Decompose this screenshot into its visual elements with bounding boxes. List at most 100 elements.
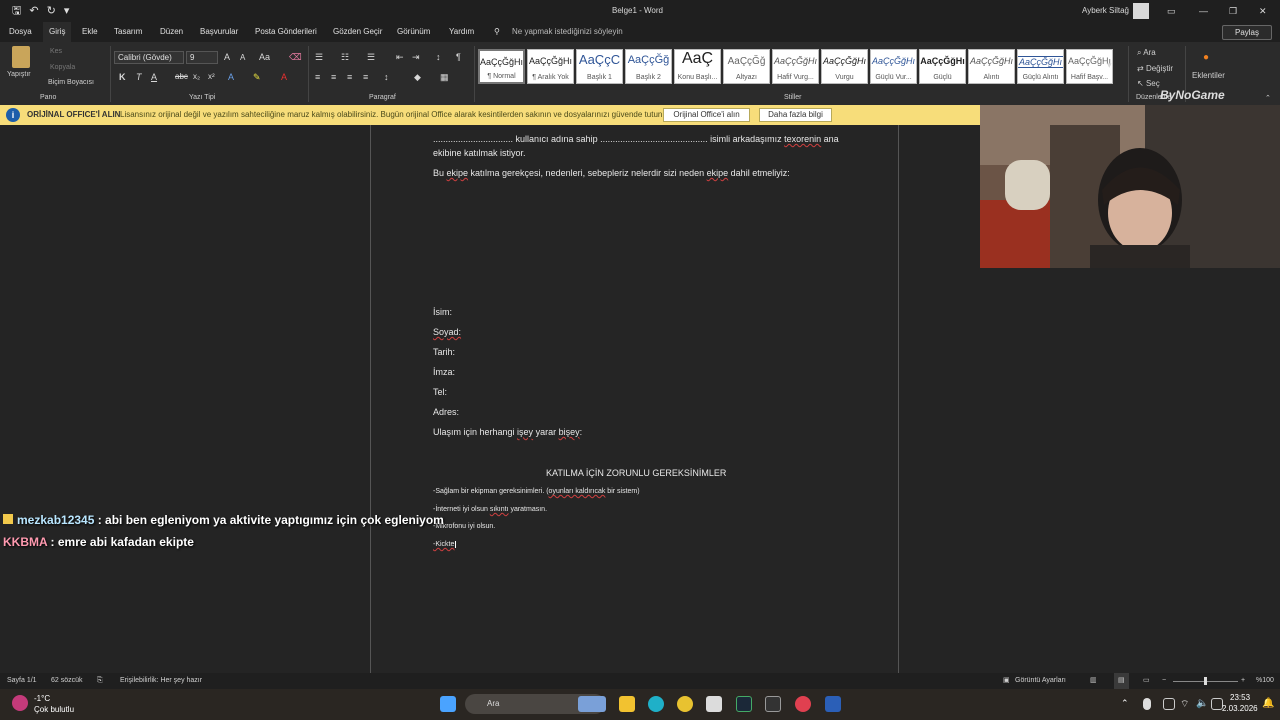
share-button[interactable]: Paylaş <box>1222 25 1272 40</box>
close-icon[interactable]: ✕ <box>1259 0 1267 22</box>
shading-icon[interactable]: ◆ <box>414 72 421 83</box>
borders-icon[interactable]: ▦ <box>440 72 449 83</box>
file-explorer-icon[interactable] <box>619 696 635 712</box>
clock-time[interactable]: 23:53 <box>1230 693 1250 702</box>
subscript-icon[interactable]: x₂ <box>193 72 200 81</box>
weather-temp[interactable]: -1°C <box>34 694 50 703</box>
align-center-icon[interactable]: ≡ <box>331 72 336 82</box>
word-icon[interactable] <box>825 696 841 712</box>
increase-indent-icon[interactable]: ⇥ <box>412 52 420 63</box>
style-heading-2[interactable]: AaÇçĞğ Başlık 2 <box>625 49 672 84</box>
weather-desc[interactable]: Çok bulutlu <box>34 705 74 714</box>
style-subtle-emphasis[interactable]: AaÇçĞğHı Hafif Vurg... <box>772 49 819 84</box>
line-spacing-icon[interactable]: ↕ <box>384 72 389 82</box>
display-settings-icon[interactable]: ▣ <box>1003 673 1010 689</box>
tab-gozden-gecir[interactable]: Gözden Geçir <box>333 22 382 42</box>
wifi-icon[interactable]: ⌔ <box>1180 698 1192 710</box>
display-settings-button[interactable]: Görüntü Ayarları <box>1015 673 1066 689</box>
proofing-icon[interactable]: ⎘ <box>97 673 103 689</box>
collapse-ribbon-icon[interactable]: ⌃ <box>1265 94 1271 102</box>
edge-icon[interactable] <box>648 696 664 712</box>
replace-button[interactable]: ⇄ Değiştir <box>1137 64 1173 73</box>
highlight-icon[interactable]: ✎ <box>253 72 261 83</box>
format-painter-button[interactable]: Biçim Boyacısı <box>48 79 94 86</box>
app-icon[interactable] <box>795 696 811 712</box>
zoom-in-icon[interactable]: + <box>1241 673 1245 689</box>
style-subtle-reference[interactable]: AaÇçĞğHı Hafif Başv... <box>1066 49 1113 84</box>
chevron-up-icon[interactable]: ⌃ <box>1121 698 1131 708</box>
user-name[interactable]: Ayberk Siltağ <box>1082 0 1129 22</box>
notifications-icon[interactable]: 🔔 <box>1262 698 1274 710</box>
paste-button[interactable]: Yapıştır <box>7 71 31 78</box>
save-icon[interactable]: 🖫 <box>12 0 21 22</box>
grow-font-icon[interactable]: A <box>224 52 230 62</box>
style-no-spacing[interactable]: AaÇçĞğHı ¶ Aralık Yok <box>527 49 574 84</box>
tab-basvurular[interactable]: Başvurular <box>200 22 238 42</box>
show-marks-icon[interactable]: ¶ <box>456 52 461 62</box>
tell-me-input[interactable]: Ne yapmak istediğinizi söyleyin <box>512 22 623 42</box>
text-effects-icon[interactable]: A <box>228 72 234 82</box>
tab-yardim[interactable]: Yardım <box>449 22 474 42</box>
find-button[interactable]: ⌕ Ara <box>1137 48 1156 58</box>
undo-icon[interactable]: ↶ <box>29 0 38 22</box>
superscript-icon[interactable]: x² <box>208 72 215 81</box>
ribbon-display-icon[interactable]: ▭ <box>1167 0 1176 22</box>
change-case-icon[interactable]: Aa <box>259 52 270 62</box>
page-count[interactable]: Sayfa 1/1 <box>7 673 37 689</box>
avatar[interactable] <box>1133 3 1149 19</box>
volume-icon[interactable]: 🔈 <box>1196 698 1208 710</box>
style-title[interactable]: AaÇ Konu Başlı... <box>674 49 721 84</box>
zoom-out-icon[interactable]: − <box>1162 673 1166 689</box>
customize-quick-access-icon[interactable]: ▾ <box>64 0 70 22</box>
start-icon[interactable] <box>440 696 456 712</box>
font-color-icon[interactable]: A <box>281 72 287 82</box>
learn-more-button[interactable]: Daha fazla bilgi <box>759 108 832 122</box>
chrome-icon[interactable] <box>677 696 693 712</box>
steam-icon[interactable] <box>736 696 752 712</box>
store-icon[interactable] <box>706 696 722 712</box>
style-subtitle[interactable]: AaÇçĞğ Altyazı <box>723 49 770 84</box>
epic-games-icon[interactable] <box>765 696 781 712</box>
font-name-select[interactable]: Calibri (Gövde) <box>114 51 184 64</box>
bold-icon[interactable]: K <box>119 72 126 82</box>
zoom-slider-handle[interactable] <box>1204 677 1207 685</box>
accessibility-status[interactable]: Erişilebilirlik: Her şey hazır <box>120 673 202 689</box>
mic-icon[interactable] <box>1143 698 1151 710</box>
italic-icon[interactable]: T <box>136 72 142 82</box>
document-page[interactable]: ................................ kullanı… <box>370 125 899 673</box>
redo-icon[interactable]: ↻ <box>47 0 56 22</box>
sort-icon[interactable]: ↕ <box>436 52 441 62</box>
tab-duzen[interactable]: Düzen <box>160 22 183 42</box>
minimize-icon[interactable]: — <box>1199 0 1208 22</box>
copy-button[interactable]: Kopyala <box>50 64 75 71</box>
align-left-icon[interactable]: ≡ <box>315 72 320 82</box>
addins-button[interactable]: Eklentiler <box>1192 71 1225 80</box>
style-intense-quote[interactable]: AaÇçĞğHı Güçlü Alıntı <box>1017 49 1064 84</box>
zoom-level[interactable]: %100 <box>1256 673 1274 689</box>
clock-date[interactable]: 2.03.2026 <box>1222 704 1258 713</box>
styles-more-icon[interactable]: ▾ <box>1107 60 1112 71</box>
print-layout-icon[interactable]: ▤ <box>1114 673 1129 689</box>
web-layout-icon[interactable]: ▭ <box>1143 673 1150 689</box>
style-normal[interactable]: AaÇçĞğHı ¶ Normal <box>478 49 525 84</box>
network-icon[interactable] <box>1163 698 1175 710</box>
multilevel-list-icon[interactable]: ☰ <box>367 52 375 63</box>
style-emphasis[interactable]: AaÇçĞğHı Vurgu <box>821 49 868 84</box>
style-heading-1[interactable]: AaÇçC Başlık 1 <box>576 49 623 84</box>
word-count[interactable]: 62 sözcük <box>51 673 83 689</box>
strikethrough-icon[interactable]: abc <box>175 72 188 81</box>
tab-ekle[interactable]: Ekle <box>82 22 98 42</box>
style-quote[interactable]: AaÇçĞğHı Alıntı <box>968 49 1015 84</box>
tab-gorunum[interactable]: Görünüm <box>397 22 430 42</box>
style-strong[interactable]: AaÇçĞğHı Güçlü <box>919 49 966 84</box>
align-right-icon[interactable]: ≡ <box>347 72 352 82</box>
shrink-font-icon[interactable]: A <box>240 53 245 62</box>
justify-icon[interactable]: ≡ <box>363 72 368 82</box>
underline-icon[interactable]: A <box>151 72 157 82</box>
select-button[interactable]: ↖ Seç <box>1137 79 1160 88</box>
decrease-indent-icon[interactable]: ⇤ <box>396 52 404 63</box>
addins-icon[interactable]: ● <box>1203 52 1209 63</box>
lightbulb-icon[interactable]: ⚲ <box>494 22 500 42</box>
cut-button[interactable]: Kes <box>50 48 62 55</box>
bullets-icon[interactable]: ☰ <box>315 52 323 63</box>
